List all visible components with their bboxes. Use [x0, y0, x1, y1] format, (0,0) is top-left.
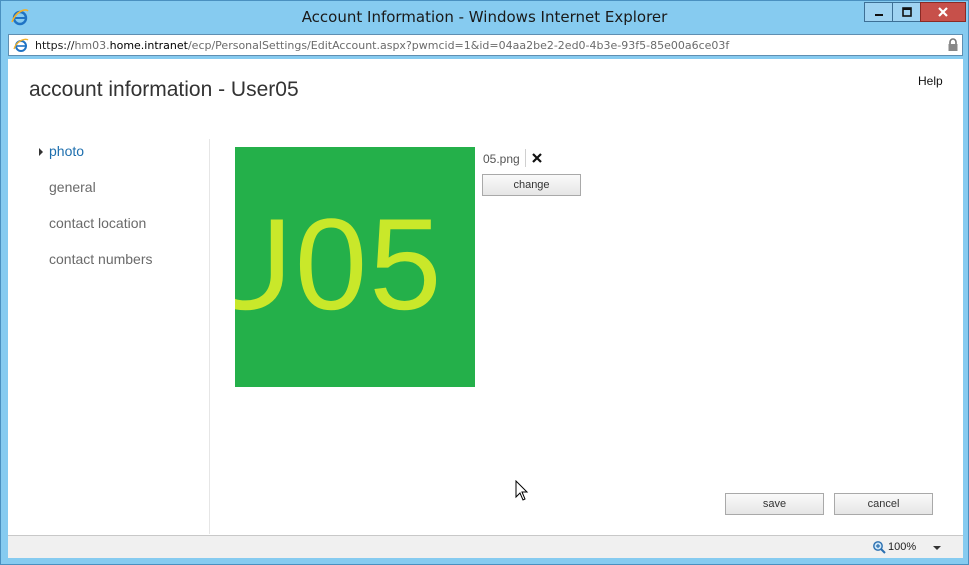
minimize-button[interactable] [864, 2, 892, 22]
zoom-dropdown-icon[interactable] [933, 546, 941, 550]
url-path: /ecp/PersonalSettings/EditAccount.aspx?p… [187, 39, 730, 52]
change-photo-button[interactable]: change [482, 174, 581, 196]
url-scheme: https:// [35, 39, 75, 52]
close-window-button[interactable] [920, 2, 966, 22]
lock-icon[interactable] [947, 38, 959, 52]
filename-separator [525, 149, 526, 167]
cancel-button[interactable]: cancel [834, 493, 933, 515]
maximize-button[interactable] [892, 2, 920, 22]
nav-item-label: contact numbers [49, 251, 153, 267]
window-title: Account Information - Windows Internet E… [301, 8, 668, 26]
nav-item-general[interactable]: general [36, 179, 206, 215]
zoom-level[interactable]: 100% [888, 541, 916, 553]
nav-item-label: photo [49, 143, 85, 159]
photo-filename: 05.png [483, 152, 520, 166]
page-title: account information - User05 [29, 78, 299, 101]
address-bar[interactable]: https://hm03.home.intranet/ecp/PersonalS… [8, 34, 963, 56]
minimize-icon [874, 14, 883, 16]
zoom-icon[interactable] [872, 540, 886, 554]
user-photo: U05 [235, 147, 475, 387]
mouse-pointer-icon [515, 480, 529, 501]
page-content: Help account information - User05 photo … [8, 59, 963, 535]
remove-photo-icon[interactable] [530, 151, 544, 165]
section-nav: photo general contact location contact n… [36, 143, 206, 287]
user-photo-text: U05 [235, 191, 444, 337]
nav-item-photo[interactable]: photo [36, 143, 206, 179]
maximize-icon [901, 7, 912, 17]
nav-item-label: general [49, 179, 96, 195]
url-host: home.intranet [109, 39, 188, 52]
close-icon [938, 7, 948, 17]
save-button[interactable]: save [725, 493, 824, 515]
address-url[interactable]: https://hm03.home.intranet/ecp/PersonalS… [35, 39, 729, 52]
nav-item-contact-location[interactable]: contact location [36, 215, 206, 251]
status-bar: 100% [8, 535, 963, 558]
caret-right-icon [39, 148, 43, 156]
page-favicon-icon [13, 38, 29, 52]
nav-item-contact-numbers[interactable]: contact numbers [36, 251, 206, 287]
url-host-prefix: hm03. [74, 39, 110, 52]
nav-divider [209, 139, 210, 534]
help-link[interactable]: Help [918, 74, 943, 88]
nav-item-label: contact location [49, 215, 147, 231]
browser-window: Account Information - Windows Internet E… [0, 0, 969, 565]
title-bar: Account Information - Windows Internet E… [1, 1, 968, 33]
